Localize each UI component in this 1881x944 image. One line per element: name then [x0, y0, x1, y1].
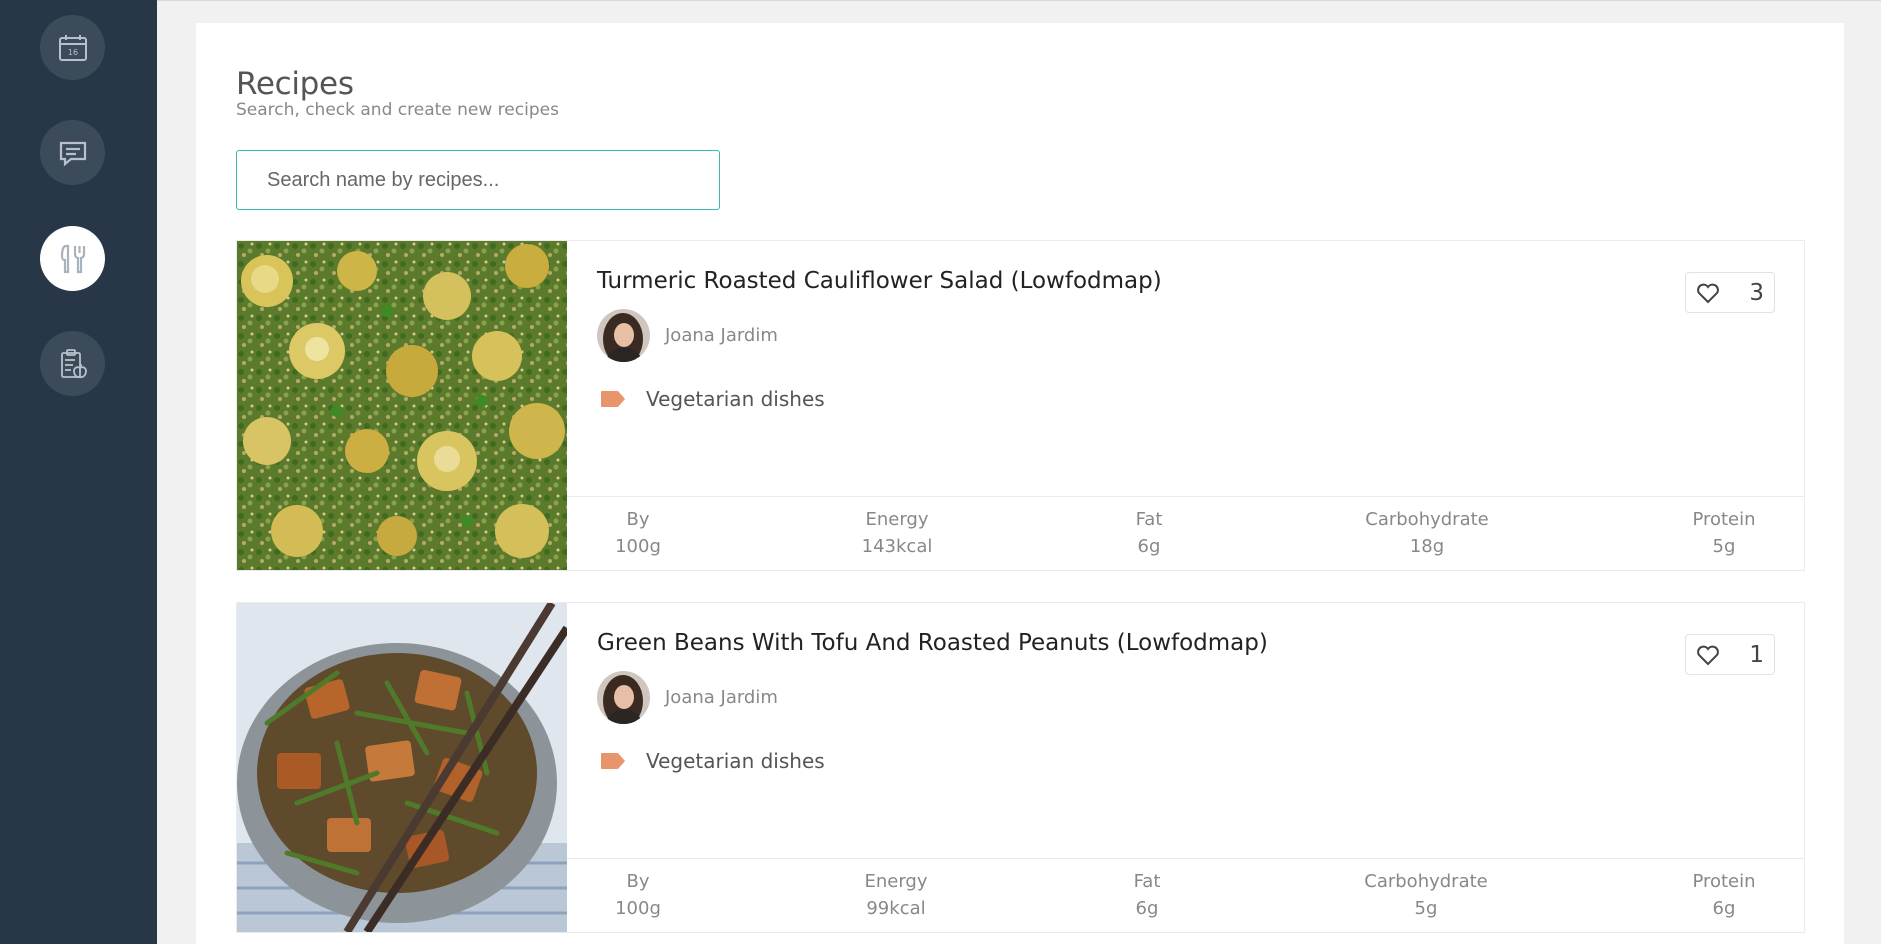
- nutrition-value: 99kcal: [866, 898, 926, 919]
- nutrition-carbohydrate: Carbohydrate 18g: [1365, 509, 1489, 557]
- recipe-author: Joana Jardim: [597, 309, 778, 362]
- like-button[interactable]: 3: [1685, 272, 1775, 313]
- recipe-author: Joana Jardim: [597, 671, 778, 724]
- sidebar: 16: [0, 0, 157, 944]
- recipe-image[interactable]: [237, 241, 567, 570]
- tag-icon: [601, 391, 625, 407]
- recipe-title[interactable]: Green Beans With Tofu And Roasted Peanut…: [597, 630, 1268, 656]
- nutrition-fat: Fat 6g: [1136, 509, 1163, 557]
- like-count: 1: [1749, 641, 1764, 668]
- nutrition-row: By 100g Energy 143kcal Fat 6g Carbohydra…: [567, 496, 1804, 570]
- recipe-title[interactable]: Turmeric Roasted Cauliflower Salad (Lowf…: [597, 268, 1162, 294]
- main-panel: Recipes Search, check and create new rec…: [196, 23, 1844, 944]
- nutrition-serving: By 100g: [615, 509, 661, 557]
- nutrition-label: Carbohydrate: [1365, 509, 1489, 530]
- nutrition-carbohydrate: Carbohydrate 5g: [1364, 871, 1488, 919]
- svg-text:16: 16: [67, 48, 77, 57]
- clipboard-apple-icon: [60, 348, 87, 378]
- top-divider: [157, 0, 1881, 1]
- category-label: Vegetarian dishes: [646, 387, 825, 411]
- nav-meal-plans-button[interactable]: [40, 331, 105, 396]
- tag-icon: [601, 753, 625, 769]
- avatar: [597, 671, 650, 724]
- nutrition-label: Fat: [1135, 509, 1163, 530]
- recipe-card[interactable]: Green Beans With Tofu And Roasted Peanut…: [236, 602, 1805, 933]
- nutrition-value: 6g: [1137, 536, 1161, 557]
- author-name: Joana Jardim: [665, 687, 778, 708]
- like-count: 3: [1749, 279, 1764, 306]
- nutrition-protein: Protein 5g: [1692, 509, 1755, 557]
- calendar-icon: 16: [58, 34, 87, 61]
- nutrition-value: 6g: [1135, 898, 1159, 919]
- nutrition-label: Energy: [864, 871, 928, 892]
- nav-recipes-button[interactable]: [40, 226, 105, 291]
- nutrition-row: By 100g Energy 99kcal Fat 6g Carbohydrat…: [567, 858, 1804, 932]
- like-button[interactable]: 1: [1685, 634, 1775, 675]
- nutrition-value: 100g: [615, 898, 661, 919]
- nutrition-value: 6g: [1712, 898, 1736, 919]
- nutrition-label: By: [626, 871, 650, 892]
- nutrition-energy: Energy 99kcal: [864, 871, 927, 919]
- avatar: [597, 309, 650, 362]
- nutrition-label: Carbohydrate: [1364, 871, 1488, 892]
- page-subtitle: Search, check and create new recipes: [236, 100, 559, 120]
- nutrition-label: By: [626, 509, 650, 530]
- page-title: Recipes: [236, 66, 354, 102]
- nutrition-fat: Fat 6g: [1134, 871, 1161, 919]
- category-label: Vegetarian dishes: [646, 749, 825, 773]
- nutrition-label: Protein: [1692, 509, 1756, 530]
- nutrition-value: 100g: [615, 536, 661, 557]
- recipe-card[interactable]: Turmeric Roasted Cauliflower Salad (Lowf…: [236, 240, 1805, 571]
- nutrition-value: 5g: [1414, 898, 1438, 919]
- recipe-category: Vegetarian dishes: [600, 387, 825, 411]
- nutrition-value: 5g: [1712, 536, 1736, 557]
- recipe-image[interactable]: [237, 603, 567, 932]
- chat-icon: [59, 141, 86, 166]
- nutrition-value: 18g: [1409, 536, 1445, 557]
- nav-messages-button[interactable]: [40, 120, 105, 185]
- author-name: Joana Jardim: [665, 325, 778, 346]
- nutrition-label: Protein: [1692, 871, 1756, 892]
- utensils-icon: [60, 244, 85, 273]
- heart-icon: [1697, 645, 1719, 665]
- search-input[interactable]: [236, 150, 720, 210]
- nutrition-serving: By 100g: [615, 871, 661, 919]
- heart-icon: [1697, 283, 1719, 303]
- nutrition-protein: Protein 6g: [1692, 871, 1755, 919]
- nutrition-label: Energy: [865, 509, 929, 530]
- nav-calendar-button[interactable]: 16: [40, 15, 105, 80]
- nutrition-value: 143kcal: [861, 536, 933, 557]
- nutrition-energy: Energy 143kcal: [862, 509, 933, 557]
- recipe-category: Vegetarian dishes: [600, 749, 825, 773]
- nutrition-label: Fat: [1133, 871, 1161, 892]
